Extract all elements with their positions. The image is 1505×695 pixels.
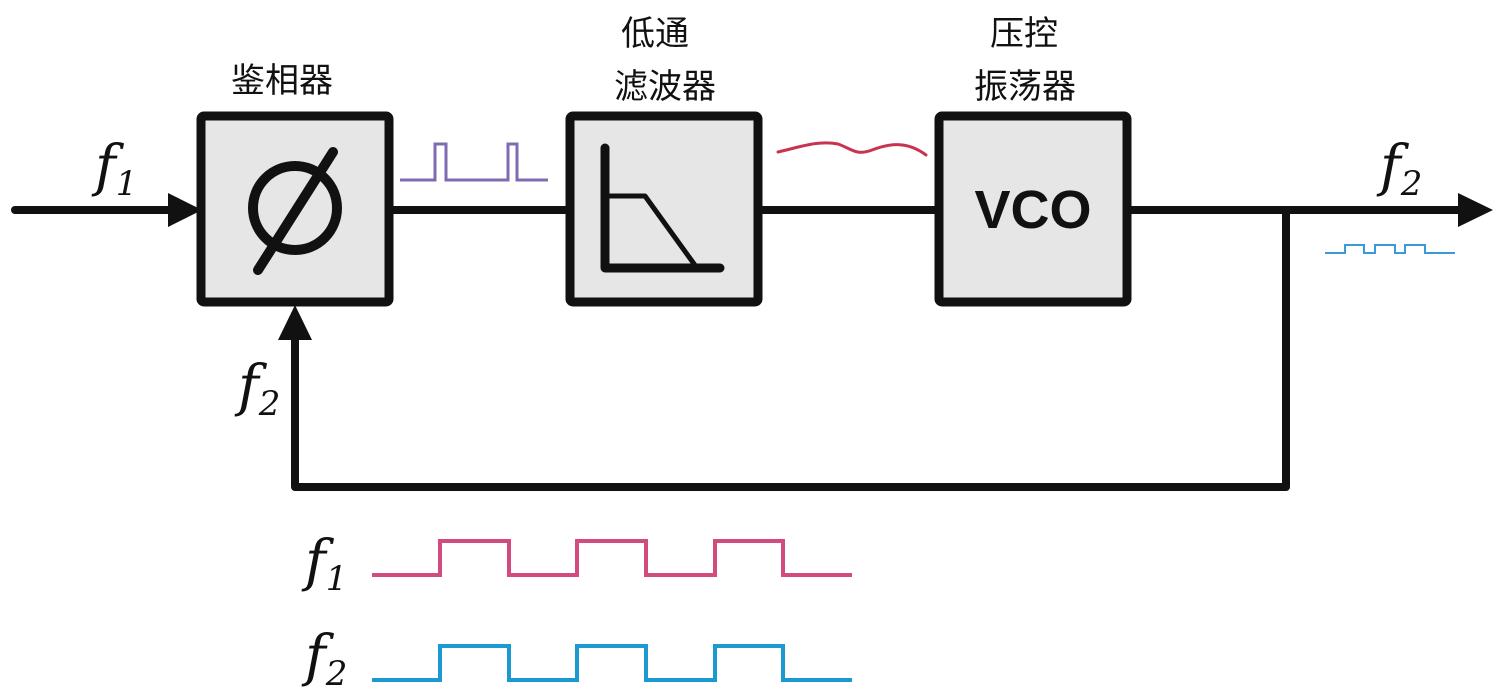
timing-f2-label: f2 bbox=[301, 624, 347, 694]
pll-block-diagram: VCO 鉴相器 低通 滤波器 压控 振荡器 f1 f2 f2 f1 f2 bbox=[11, 14, 1493, 694]
low-pass-filter-label-line1: 低通 bbox=[621, 14, 689, 54]
vco-output-waveform bbox=[1325, 244, 1455, 254]
low-pass-filter-label-line2: 滤波器 bbox=[614, 67, 716, 107]
timing-f1-waveform bbox=[372, 539, 852, 577]
output-arrowhead bbox=[1458, 193, 1493, 227]
phase-detector-label: 鉴相器 bbox=[231, 61, 333, 101]
output-signal-label: f2 bbox=[1376, 134, 1422, 204]
feedback-arrowhead bbox=[278, 305, 312, 340]
vco-label-line2: 振荡器 bbox=[974, 67, 1076, 107]
vco-text: VCO bbox=[974, 180, 1091, 240]
input-signal-label: f1 bbox=[91, 134, 137, 204]
filter-output-waveform bbox=[776, 141, 928, 157]
vco-label-line1: 压控 bbox=[990, 14, 1058, 54]
low-pass-filter-block bbox=[565, 111, 763, 307]
detector-pulse-waveform bbox=[400, 142, 548, 182]
feedback-loop-line bbox=[291, 210, 1290, 491]
feedback-signal-label: f2 bbox=[234, 354, 280, 424]
timing-f1-label: f1 bbox=[301, 529, 347, 599]
timing-f2-waveform bbox=[372, 644, 852, 682]
